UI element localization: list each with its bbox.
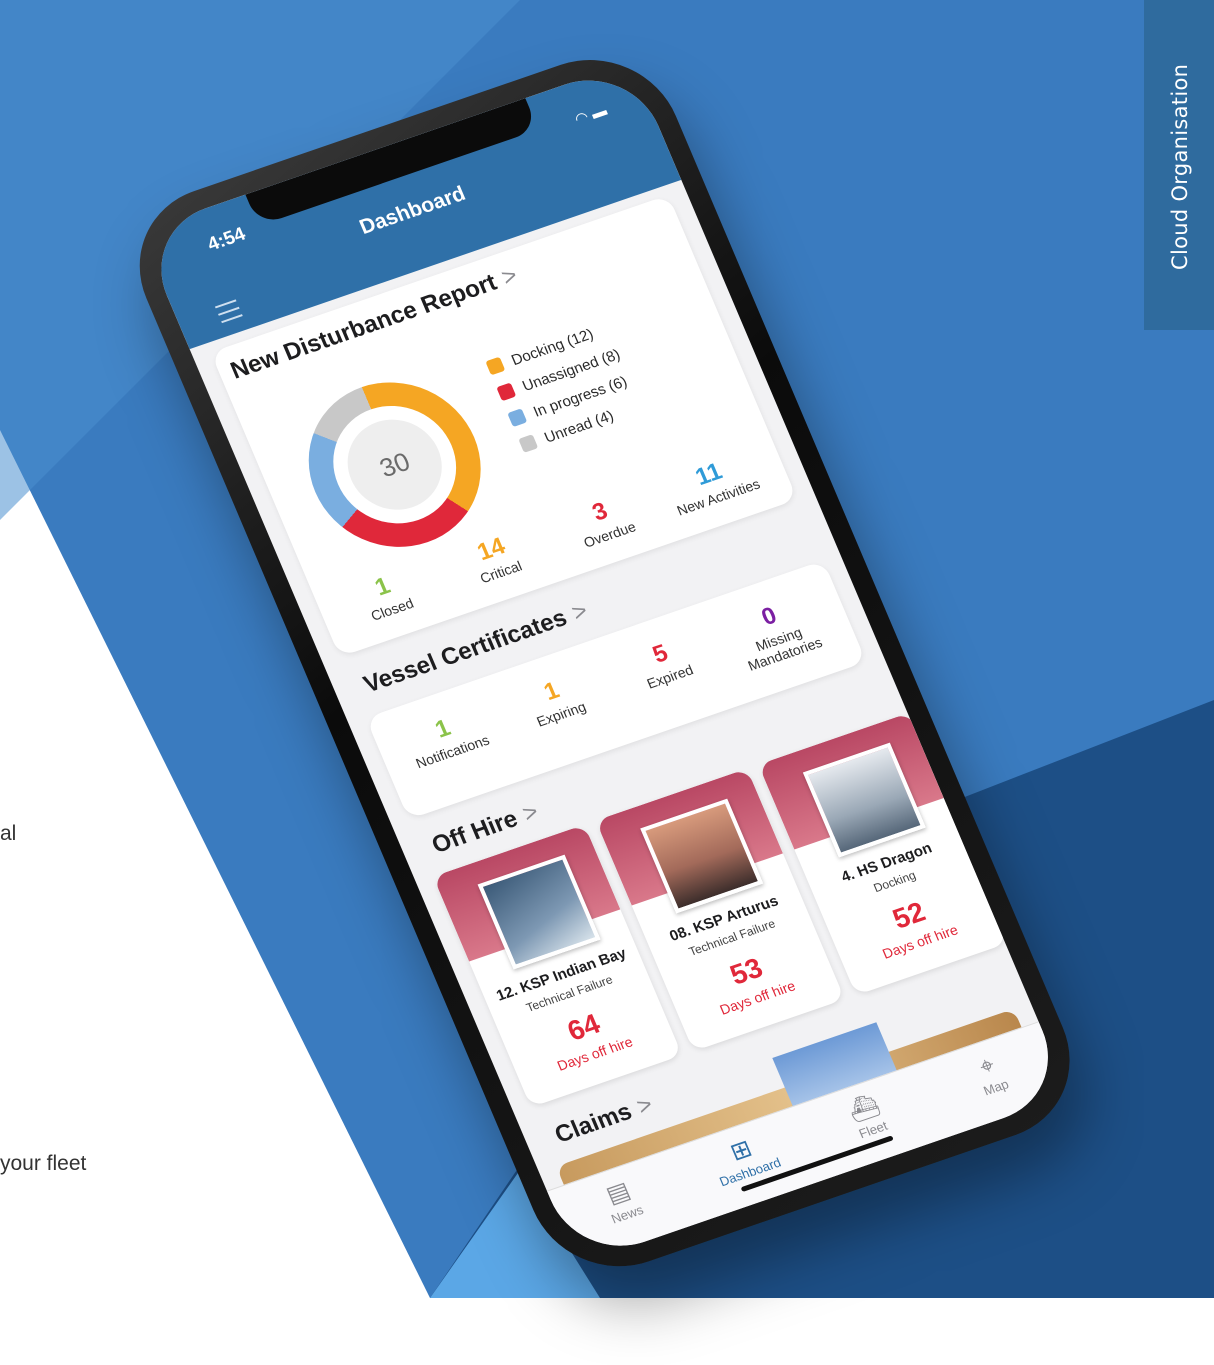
battery-icon: ▬ [588, 102, 610, 123]
claims-title-label: Claims [550, 1098, 636, 1149]
wifi-icon: ◠ [572, 108, 592, 129]
phone-mockup: 4:54 ◠ ▬ Dashboard New Disturbance Repor… [0, 0, 1214, 1298]
chevron-right-icon: > [567, 597, 592, 627]
phone-screen: 4:54 ◠ ▬ Dashboard New Disturbance Repor… [139, 61, 1070, 1265]
donut-hole: 30 [314, 389, 475, 540]
donut-total: 30 [333, 407, 457, 523]
status-icons: ◠ ▬ [572, 101, 610, 129]
status-time: 4:54 [204, 223, 249, 256]
hamburger-menu-icon[interactable] [214, 299, 243, 324]
chevron-right-icon: > [632, 1090, 657, 1121]
chevron-right-icon: > [518, 798, 543, 828]
